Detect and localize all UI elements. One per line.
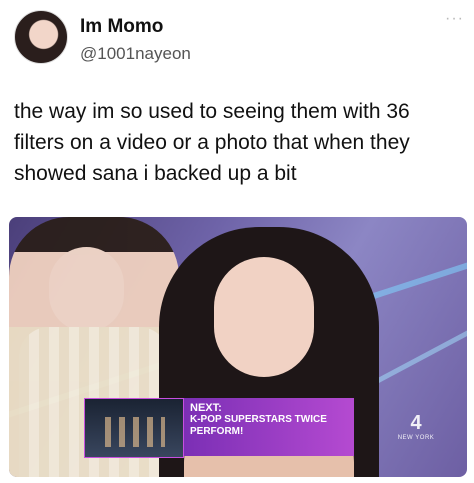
- logo-number: 4: [410, 412, 422, 434]
- person-face: [214, 257, 314, 377]
- next-up-banner: NEXT: K-POP SUPERSTARS TWICE PERFORM!: [84, 398, 354, 458]
- post-header: Im Momo @1001nayeon ···: [14, 10, 464, 70]
- more-dots-icon[interactable]: ···: [445, 10, 464, 28]
- person-face: [49, 247, 124, 332]
- logo-city: NEW YORK: [397, 435, 435, 441]
- post-text: the way im so used to seeing them with 3…: [14, 100, 410, 185]
- channel-logo: 4 NEW YORK: [395, 412, 437, 452]
- avatar[interactable]: [14, 10, 68, 64]
- next-title: K-POP SUPERSTARS TWICE PERFORM!: [190, 414, 327, 437]
- next-thumbnail: [84, 398, 184, 458]
- user-handle[interactable]: @1001nayeon: [80, 44, 191, 64]
- next-text: NEXT: K-POP SUPERSTARS TWICE PERFORM!: [184, 398, 354, 456]
- display-name[interactable]: Im Momo: [80, 16, 163, 38]
- next-label: NEXT:: [190, 402, 222, 414]
- post-media-image[interactable]: NEXT: K-POP SUPERSTARS TWICE PERFORM! 4 …: [9, 217, 467, 477]
